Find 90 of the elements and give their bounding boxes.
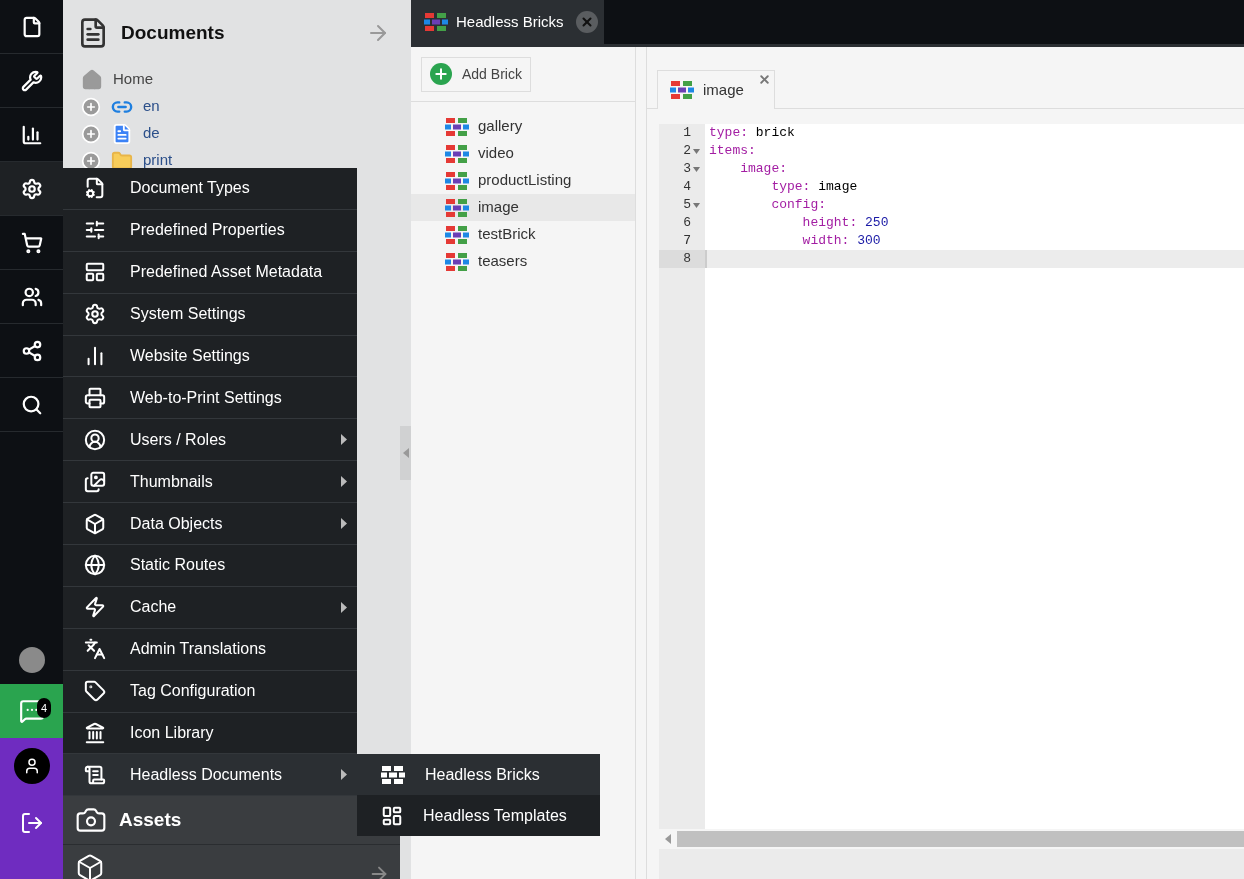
brick-icon — [445, 198, 469, 217]
cube-icon — [75, 853, 105, 879]
tab[interactable]: Headless Bricks — [411, 0, 604, 44]
brick-icon — [424, 13, 448, 31]
tree-item[interactable]: en — [143, 95, 160, 118]
code-token: brick — [754, 124, 795, 143]
settings-icon — [84, 303, 106, 326]
brick-icon — [445, 117, 469, 136]
brick-list-item[interactable]: video — [411, 140, 635, 167]
code-token: 250 — [864, 214, 889, 233]
line-number: 2 — [683, 142, 691, 161]
landmark-icon — [84, 722, 106, 744]
brick-icon — [445, 252, 469, 271]
fold-caret-icon[interactable] — [692, 166, 700, 172]
brick-icon — [445, 144, 469, 163]
brick-icon — [445, 171, 469, 190]
tag-icon — [84, 680, 106, 703]
code-token: items: — [709, 142, 756, 161]
code-token: width: — [801, 232, 850, 251]
network-icon — [20, 339, 43, 362]
brick-list-item[interactable]: gallery — [411, 113, 635, 140]
line-number: 6 — [683, 214, 691, 233]
home-icon — [81, 68, 103, 91]
close-button[interactable] — [576, 11, 598, 33]
layout-icon — [84, 261, 106, 284]
line-number: 1 — [683, 124, 691, 143]
document-wrench-icon — [84, 177, 106, 200]
code-token: type: — [709, 124, 748, 143]
translate-icon — [84, 638, 106, 661]
page-icon — [111, 122, 133, 145]
document-icon — [84, 763, 106, 786]
close-icon — [580, 15, 594, 29]
cube-icon — [84, 512, 106, 535]
editor-tab[interactable]: image — [657, 70, 775, 109]
wrench-icon — [20, 69, 43, 92]
printer-icon — [84, 386, 106, 409]
search-icon — [20, 393, 43, 416]
cart-icon — [20, 231, 43, 254]
users-icon — [20, 285, 43, 308]
brick-list-item[interactable]: teasers — [411, 248, 635, 275]
section-header[interactable] — [63, 845, 400, 879]
avatar-button[interactable] — [13, 748, 50, 784]
scrollbar-thumb[interactable] — [677, 831, 1244, 847]
user-circle-icon — [84, 428, 106, 451]
submenu-item[interactable]: Headless Templates — [357, 795, 600, 836]
notifications-button[interactable]: 4 — [0, 684, 63, 738]
code-token: image: — [739, 160, 787, 179]
chat-icon — [18, 698, 45, 724]
section-title: Assets — [119, 807, 182, 832]
settings-icon — [20, 177, 43, 200]
brick-icon — [670, 81, 694, 99]
rail-button[interactable] — [0, 162, 63, 216]
add-brick-button[interactable]: Add Brick — [421, 56, 531, 92]
brick-list-item[interactable]: testBrick — [411, 221, 635, 248]
framework-logo-icon — [18, 647, 45, 673]
code-token: 300 — [856, 232, 881, 251]
line-number: 5 — [683, 196, 691, 215]
brick-icon — [381, 765, 405, 784]
plus-icon — [433, 66, 449, 82]
close-icon[interactable] — [758, 73, 771, 86]
panel-title: Documents — [121, 20, 226, 45]
line-number: 7 — [683, 232, 691, 251]
collapse-handle[interactable] — [400, 426, 411, 480]
tree-item[interactable]: de — [143, 122, 160, 145]
caret-icon — [402, 448, 409, 458]
bar-chart-icon — [20, 123, 43, 146]
brick-list-item[interactable]: productListing — [411, 167, 635, 194]
tree-item[interactable]: Home — [113, 68, 153, 91]
fold-caret-icon[interactable] — [692, 148, 700, 154]
line-number: 8 — [683, 250, 691, 269]
scroll-left-icon[interactable] — [663, 834, 673, 844]
layout-icon — [381, 804, 403, 827]
code-token: config: — [770, 196, 827, 215]
lightning-icon — [84, 596, 106, 619]
brick-list-item[interactable]: image — [411, 194, 635, 221]
expand-icon[interactable] — [81, 150, 101, 171]
globe-icon — [84, 554, 106, 577]
line-number: 3 — [683, 160, 691, 179]
brick-icon — [445, 225, 469, 244]
code-token: type: — [770, 178, 811, 197]
code-token: height: — [801, 214, 858, 233]
images-icon — [84, 470, 106, 493]
line-number: 4 — [683, 178, 691, 197]
submenu-item[interactable]: Headless Bricks — [357, 754, 600, 795]
code-token: image — [817, 178, 858, 197]
notification-count: 4 — [36, 698, 51, 718]
logout-icon — [19, 811, 44, 835]
menu-item[interactable]: Headless Documents — [63, 754, 357, 797]
fold-caret-icon[interactable] — [692, 202, 700, 208]
sliders-icon — [84, 219, 106, 242]
